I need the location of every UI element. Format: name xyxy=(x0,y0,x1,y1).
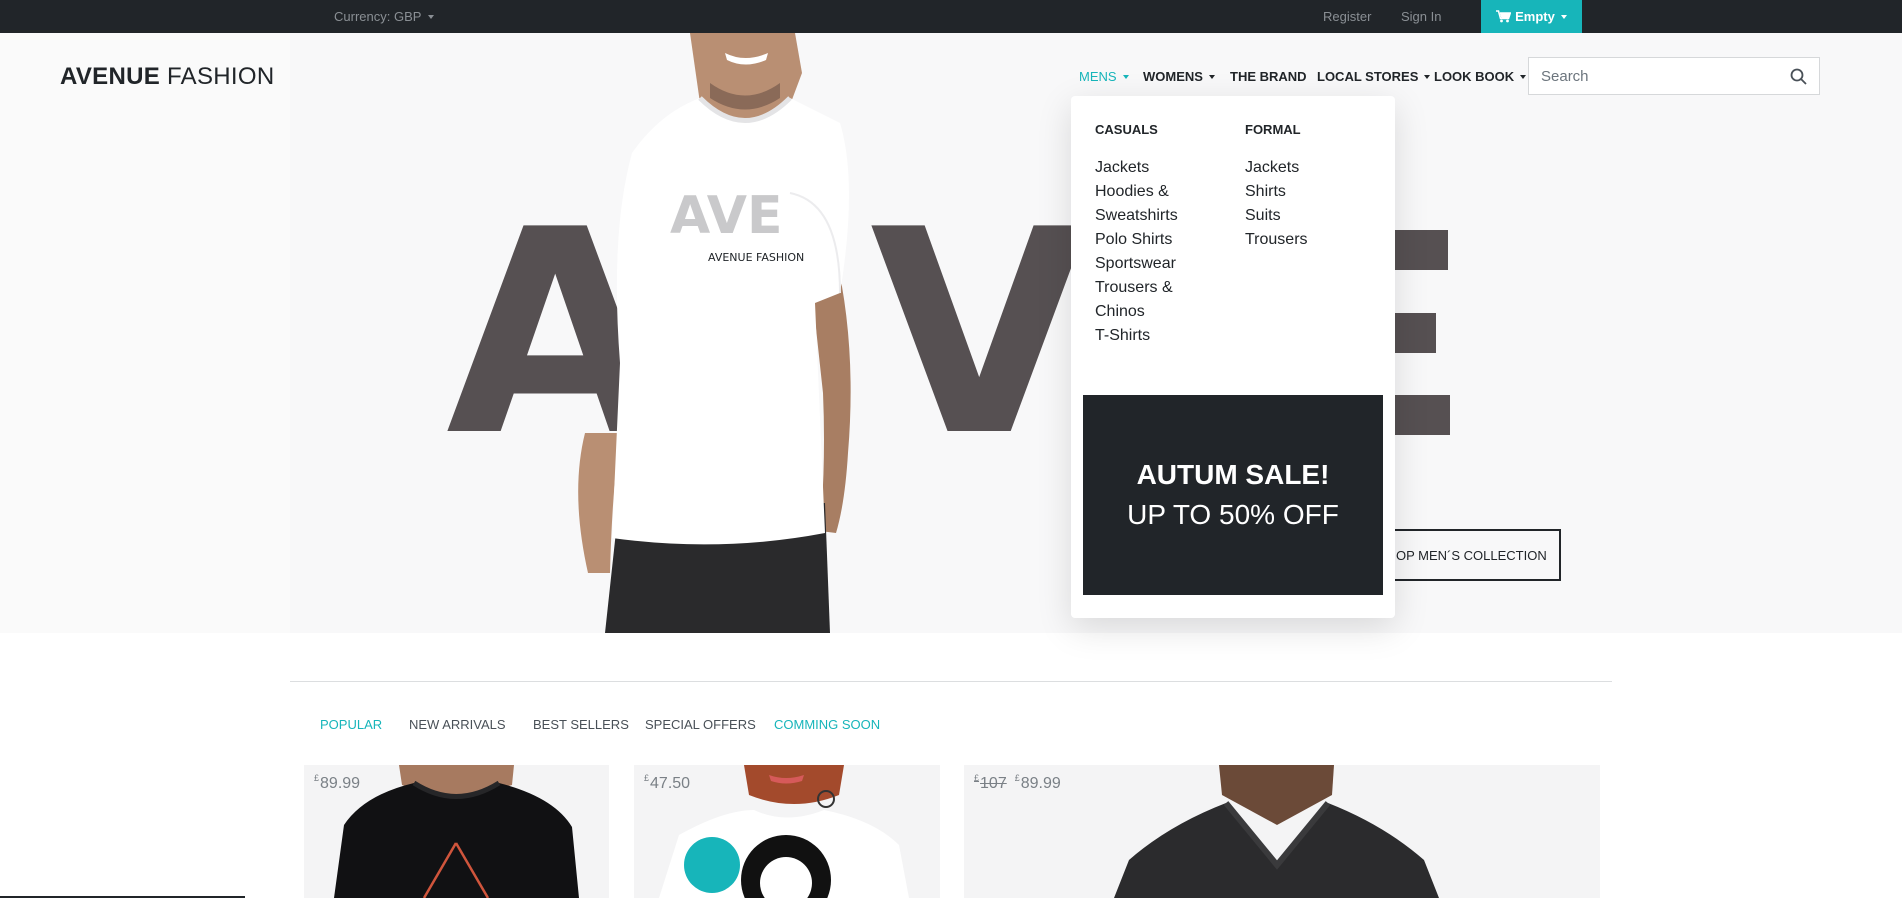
shirt-print: AVE xyxy=(670,186,782,246)
menu-item[interactable]: Sportswear xyxy=(1095,252,1178,276)
tab-best-sellers[interactable]: BEST SELLERS xyxy=(533,717,629,732)
menu-item[interactable]: Suits xyxy=(1245,204,1308,228)
search-input[interactable] xyxy=(1541,58,1781,94)
cart-label: Empty xyxy=(1515,9,1555,24)
hero-model-image: AVE AVENUE FASHION xyxy=(578,33,851,633)
menu-item[interactable]: Polo Shirts xyxy=(1095,228,1178,252)
product-price: £47.50 xyxy=(644,773,691,792)
menu-item[interactable]: Jackets xyxy=(1245,156,1308,180)
nav-womens-label: WOMENS xyxy=(1143,69,1203,84)
tab-coming-soon[interactable]: COMMING SOON xyxy=(774,717,880,732)
cart-button[interactable]: Empty xyxy=(1481,0,1582,33)
chevron-down-icon xyxy=(1520,75,1527,79)
chevron-down-icon xyxy=(1560,14,1567,19)
menu-item[interactable]: Sweatshirts xyxy=(1095,204,1178,228)
mens-mega-menu: CASUALS Jackets Hoodies & Sweatshirts Po… xyxy=(1071,96,1395,618)
menu-item[interactable]: Hoodies & xyxy=(1095,180,1178,204)
currency-label: Currency: GBP xyxy=(334,9,422,24)
product-card[interactable]: £107 £89.99 xyxy=(964,765,1600,898)
brand-name-light: FASHION xyxy=(167,63,275,90)
nav-local-stores-label: LOCAL STORES xyxy=(1317,69,1419,84)
currency-selector[interactable]: Currency: GBP xyxy=(334,9,435,24)
nav-mens-label: MENS xyxy=(1079,69,1117,84)
hero-letter-e-bar xyxy=(1395,230,1448,270)
product-price: £89.99 xyxy=(314,773,361,792)
menu-item[interactable]: Trousers & xyxy=(1095,276,1178,300)
casuals-heading: CASUALS xyxy=(1095,122,1158,137)
hero-letter-e-bar xyxy=(1395,313,1436,353)
hero-banner: A V AVE AVENUE FASHION OP MEN´S COLLECTI… xyxy=(0,33,1902,633)
nav-womens[interactable]: WOMENS xyxy=(1143,69,1215,84)
menu-item[interactable]: Chinos xyxy=(1095,300,1178,324)
search-box xyxy=(1528,57,1820,95)
product-card[interactable]: £89.99 xyxy=(304,765,609,898)
nav-the-brand-label: THE BRAND xyxy=(1230,69,1307,84)
product-card[interactable]: £47.50 xyxy=(634,765,940,898)
chevron-down-icon xyxy=(1122,75,1129,79)
brand-logo[interactable]: AVENUE FASHION xyxy=(60,63,274,91)
section-divider xyxy=(290,681,1612,682)
nav-mens[interactable]: MENS xyxy=(1079,69,1129,84)
formal-heading: FORMAL xyxy=(1245,122,1301,137)
formal-list: Jackets Shirts Suits Trousers xyxy=(1245,156,1308,252)
menu-item[interactable]: Trousers xyxy=(1245,228,1308,252)
cart-icon xyxy=(1496,10,1512,23)
promo-title: AUTUM SALE! xyxy=(1136,459,1330,490)
register-link[interactable]: Register xyxy=(1323,9,1371,24)
shirt-print-caption: AVENUE FASHION xyxy=(708,251,804,264)
menu-item[interactable]: Jackets xyxy=(1095,156,1178,180)
nav-look-book[interactable]: LOOK BOOK xyxy=(1434,69,1527,84)
hero-letter-e-bar xyxy=(1395,395,1450,435)
promo-subtitle: UP TO 50% OFF xyxy=(1127,499,1339,530)
original-price: £107 xyxy=(974,773,1007,792)
brand-name-bold: AVENUE xyxy=(60,63,161,90)
chevron-down-icon xyxy=(1208,75,1215,79)
sign-in-link[interactable]: Sign In xyxy=(1401,9,1441,24)
nav-local-stores[interactable]: LOCAL STORES xyxy=(1317,69,1431,84)
nav-the-brand[interactable]: THE BRAND xyxy=(1230,69,1307,84)
casuals-list: Jackets Hoodies & Sweatshirts Polo Shirt… xyxy=(1095,156,1178,348)
tab-popular[interactable]: POPULAR xyxy=(320,717,382,732)
tab-special-offers[interactable]: SPECIAL OFFERS xyxy=(645,717,756,732)
menu-item[interactable]: Shirts xyxy=(1245,180,1308,204)
search-icon[interactable] xyxy=(1790,68,1807,85)
chevron-down-icon xyxy=(428,15,435,19)
chevron-down-icon xyxy=(1424,75,1431,79)
product-price: £107 £89.99 xyxy=(974,773,1061,792)
menu-item[interactable]: T-Shirts xyxy=(1095,324,1178,348)
tab-new-arrivals[interactable]: NEW ARRIVALS xyxy=(409,717,506,732)
hero-letter-v: V xyxy=(870,169,1089,498)
sale-promo-banner[interactable]: AUTUM SALE! UP TO 50% OFF xyxy=(1083,395,1383,595)
nav-look-book-label: LOOK BOOK xyxy=(1434,69,1515,84)
top-bar: Currency: GBP Register Sign In Empty xyxy=(0,0,1902,33)
